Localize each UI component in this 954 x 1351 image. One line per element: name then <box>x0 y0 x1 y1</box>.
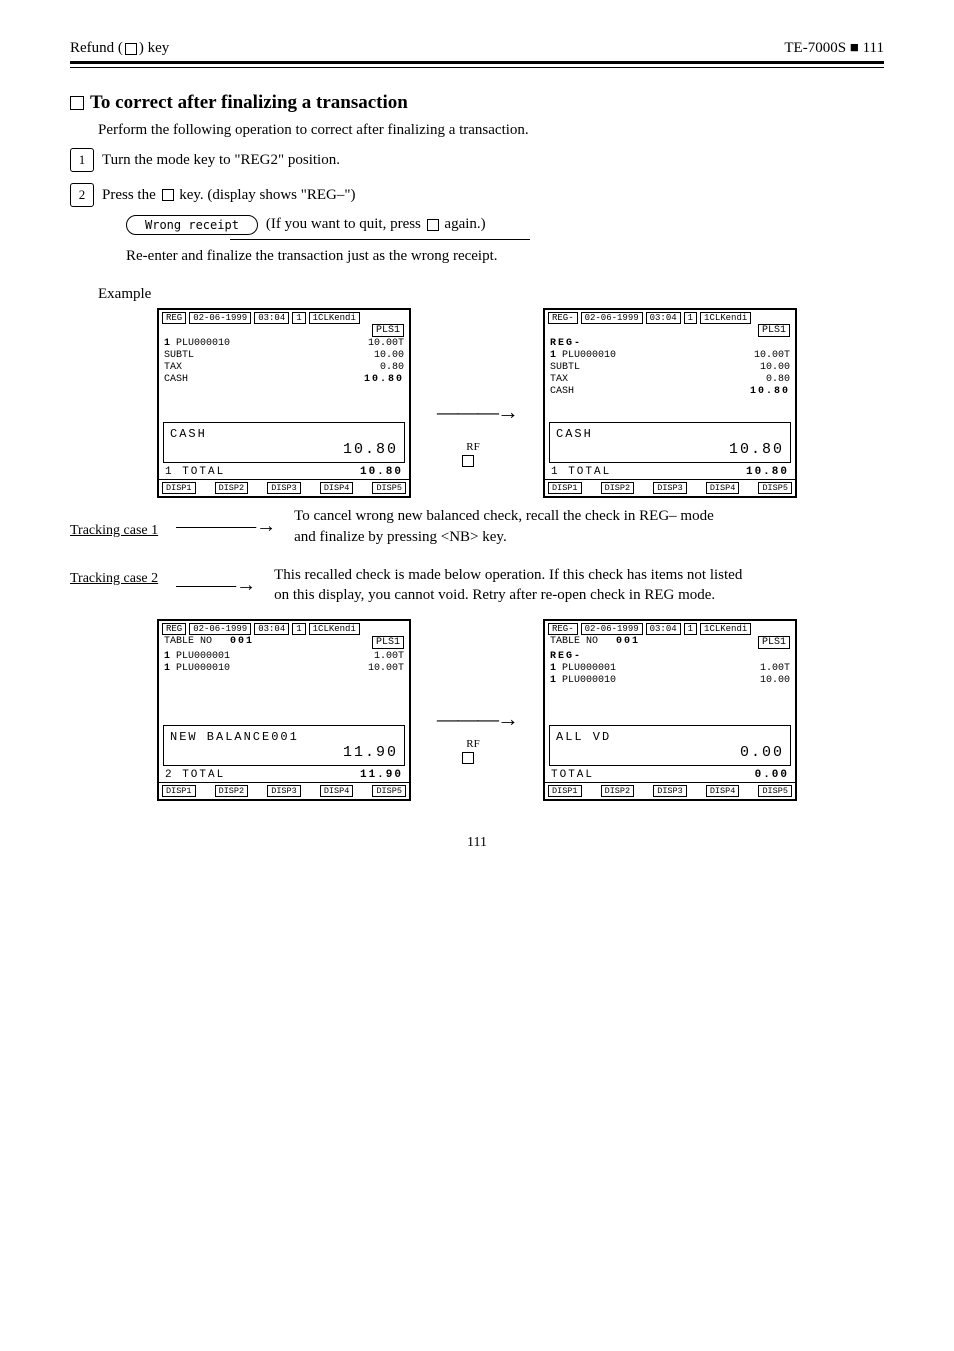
lcd-d-body: REG- 1 PLU0000011.00T 1 PLU00001010.00 <box>545 649 795 723</box>
rf-key-box-icon <box>125 43 137 55</box>
lcd-b: REG- 02-06-1999 03:04 1 1CLKendi PLS1 RE… <box>543 308 797 498</box>
step-1: 1 Turn the mode key to "REG2" position. <box>70 146 884 174</box>
lcd-b-body: REG- 1 PLU00001010.00T SUBTL10.00 TAX0.8… <box>545 336 795 420</box>
rule-thick <box>70 61 884 64</box>
lcd-a: REG 02-06-1999 03:04 1 1CLKendi PLS1 1 P… <box>157 308 411 498</box>
rf-arrow-2: RF ———→ <box>437 688 517 732</box>
header-right: TE-7000S ■ 111 <box>784 40 884 57</box>
lcd-d-header: REG- 02-06-1999 03:04 1 1CLKendi <box>545 621 795 636</box>
section-title: To correct after finalizing a transactio… <box>70 92 884 114</box>
lcd-b-header: REG- 02-06-1999 03:04 1 1CLKendi <box>545 310 795 325</box>
case-2-desc: This recalled check is made below operat… <box>274 565 744 606</box>
lcd-a-total: 1 TOTAL10.80 <box>159 465 409 480</box>
case-2-row: Tracking case 2 ———→ This recalled check… <box>70 561 884 610</box>
lcd-c-total: 2 TOTAL11.90 <box>159 768 409 783</box>
rf-arrow-1: RF ———→ <box>437 381 517 425</box>
lcd-d-big: ALL VD 0.00 <box>549 725 791 766</box>
square-bullet-icon <box>70 96 84 110</box>
section-title-text: To correct after finalizing a transactio… <box>90 92 408 114</box>
lcd-a-footer: DISP1DISP2DISP3DISP4DISP5 <box>159 480 409 496</box>
lcd-d-total: TOTAL0.00 <box>545 768 795 783</box>
pls-badge: PLS1 <box>372 324 404 337</box>
arrow-right-icon: ———→ <box>437 399 517 425</box>
lcd-c-body: 1 PLU0000011.00T 1 PLU00001010.00T <box>159 649 409 723</box>
rf-key-icon <box>162 189 174 201</box>
pls-badge: PLS1 <box>372 636 404 649</box>
page-root: Refund () key TE-7000S ■ 111 To correct … <box>0 0 954 911</box>
case-1-row: Tracking case 1 ————→ To cancel wrong ne… <box>70 502 884 551</box>
rule-thin <box>70 67 884 68</box>
arrow-right-icon: ————→ <box>176 515 276 538</box>
lcd-c-big: NEW BALANCE001 11.90 <box>163 725 405 766</box>
lcd-a-header: REG 02-06-1999 03:04 1 1CLKendi <box>159 310 409 325</box>
lcd-a-big: CASH 10.80 <box>163 422 405 463</box>
step-3-text: (If you want to quit, press again.) <box>266 216 486 233</box>
receipt-underline <box>230 239 530 240</box>
lcd-pair-2: REG 02-06-1999 03:04 1 1CLKendi TABLE NO… <box>70 619 884 801</box>
step-1-text: Turn the mode key to "REG2" position. <box>102 150 340 170</box>
page-number: 111 <box>70 835 884 851</box>
arrow-right-icon: ———→ <box>176 574 256 597</box>
case-1-desc: To cancel wrong new balanced check, reca… <box>294 506 724 547</box>
arrow-right-icon: ———→ <box>437 706 517 732</box>
lcd-pair-1: REG 02-06-1999 03:04 1 1CLKendi PLS1 1 P… <box>70 308 884 498</box>
wrong-receipt-pill: Wrong receipt <box>126 215 258 235</box>
lcd-c-header: REG 02-06-1999 03:04 1 1CLKendi <box>159 621 409 636</box>
lcd-c-footer: DISP1DISP2DISP3DISP4DISP5 <box>159 783 409 799</box>
case-1-title: Tracking case 1 <box>70 523 158 539</box>
receipt-row: Wrong receipt (If you want to quit, pres… <box>126 215 884 235</box>
lcd-b-big: CASH 10.80 <box>549 422 791 463</box>
step-2: 2 Press the key. (display shows "REG–") <box>70 181 884 209</box>
step-2-num: 2 <box>70 183 94 207</box>
lcd-b-footer: DISP1DISP2DISP3DISP4DISP5 <box>545 480 795 496</box>
lcd-a-body: 1 PLU00001010.00T SUBTL10.00 TAX0.80 CAS… <box>159 336 409 420</box>
pls-badge: PLS1 <box>758 636 790 649</box>
rf-icon-mid-2 <box>462 752 474 764</box>
running-header: Refund () key TE-7000S ■ 111 <box>70 40 884 57</box>
header-left: Refund () key <box>70 40 169 57</box>
lcd-b-total: 1 TOTAL10.80 <box>545 465 795 480</box>
step-2-text: Press the key. (display shows "REG–") <box>102 185 356 205</box>
example-label: Example <box>98 284 884 304</box>
after-step-text: Re-enter and finalize the transaction ju… <box>126 246 884 266</box>
lcd-d: REG- 02-06-1999 03:04 1 1CLKendi TABLE N… <box>543 619 797 801</box>
pls-badge: PLS1 <box>758 324 790 337</box>
lcd-c: REG 02-06-1999 03:04 1 1CLKendi TABLE NO… <box>157 619 411 801</box>
step-1-num: 1 <box>70 148 94 172</box>
rf-key-icon-2 <box>427 219 439 231</box>
lcd-d-footer: DISP1DISP2DISP3DISP4DISP5 <box>545 783 795 799</box>
intro-text: Perform the following operation to corre… <box>98 120 884 140</box>
rf-icon-mid <box>462 455 474 467</box>
case-2-title: Tracking case 2 <box>70 571 158 587</box>
